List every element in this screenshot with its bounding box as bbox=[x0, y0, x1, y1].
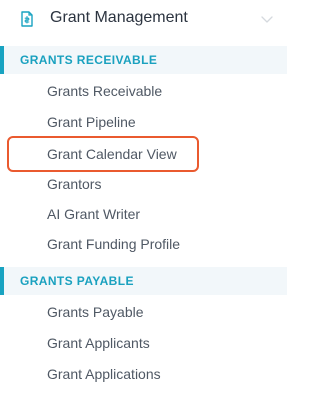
menu-group-header[interactable]: Grant Management bbox=[0, 0, 287, 40]
section-accent-bar bbox=[0, 46, 4, 74]
menu-group-title: Grant Management bbox=[50, 9, 188, 26]
highlight-box bbox=[7, 136, 199, 172]
section-header-grants-payable: GRANTS PAYABLE bbox=[0, 267, 287, 295]
menu-item-grant-pipeline[interactable]: Grant Pipeline bbox=[47, 114, 136, 130]
section-accent-bar bbox=[0, 267, 4, 295]
menu-item-grant-applicants[interactable]: Grant Applicants bbox=[47, 335, 150, 351]
menu-item-grant-applications[interactable]: Grant Applications bbox=[47, 366, 161, 382]
menu-item-grants-payable[interactable]: Grants Payable bbox=[47, 304, 144, 320]
chevron-down-icon[interactable] bbox=[261, 14, 273, 24]
menu-item-ai-grant-writer[interactable]: AI Grant Writer bbox=[47, 206, 140, 222]
menu-item-grantors[interactable]: Grantors bbox=[47, 176, 101, 192]
section-label: GRANTS RECEIVABLE bbox=[20, 53, 158, 67]
section-label: GRANTS PAYABLE bbox=[20, 274, 134, 288]
document-icon bbox=[21, 11, 33, 27]
menu-item-grant-funding-profile[interactable]: Grant Funding Profile bbox=[47, 236, 180, 252]
section-header-grants-receivable: GRANTS RECEIVABLE bbox=[0, 46, 287, 74]
menu-item-grants-receivable[interactable]: Grants Receivable bbox=[47, 83, 162, 99]
